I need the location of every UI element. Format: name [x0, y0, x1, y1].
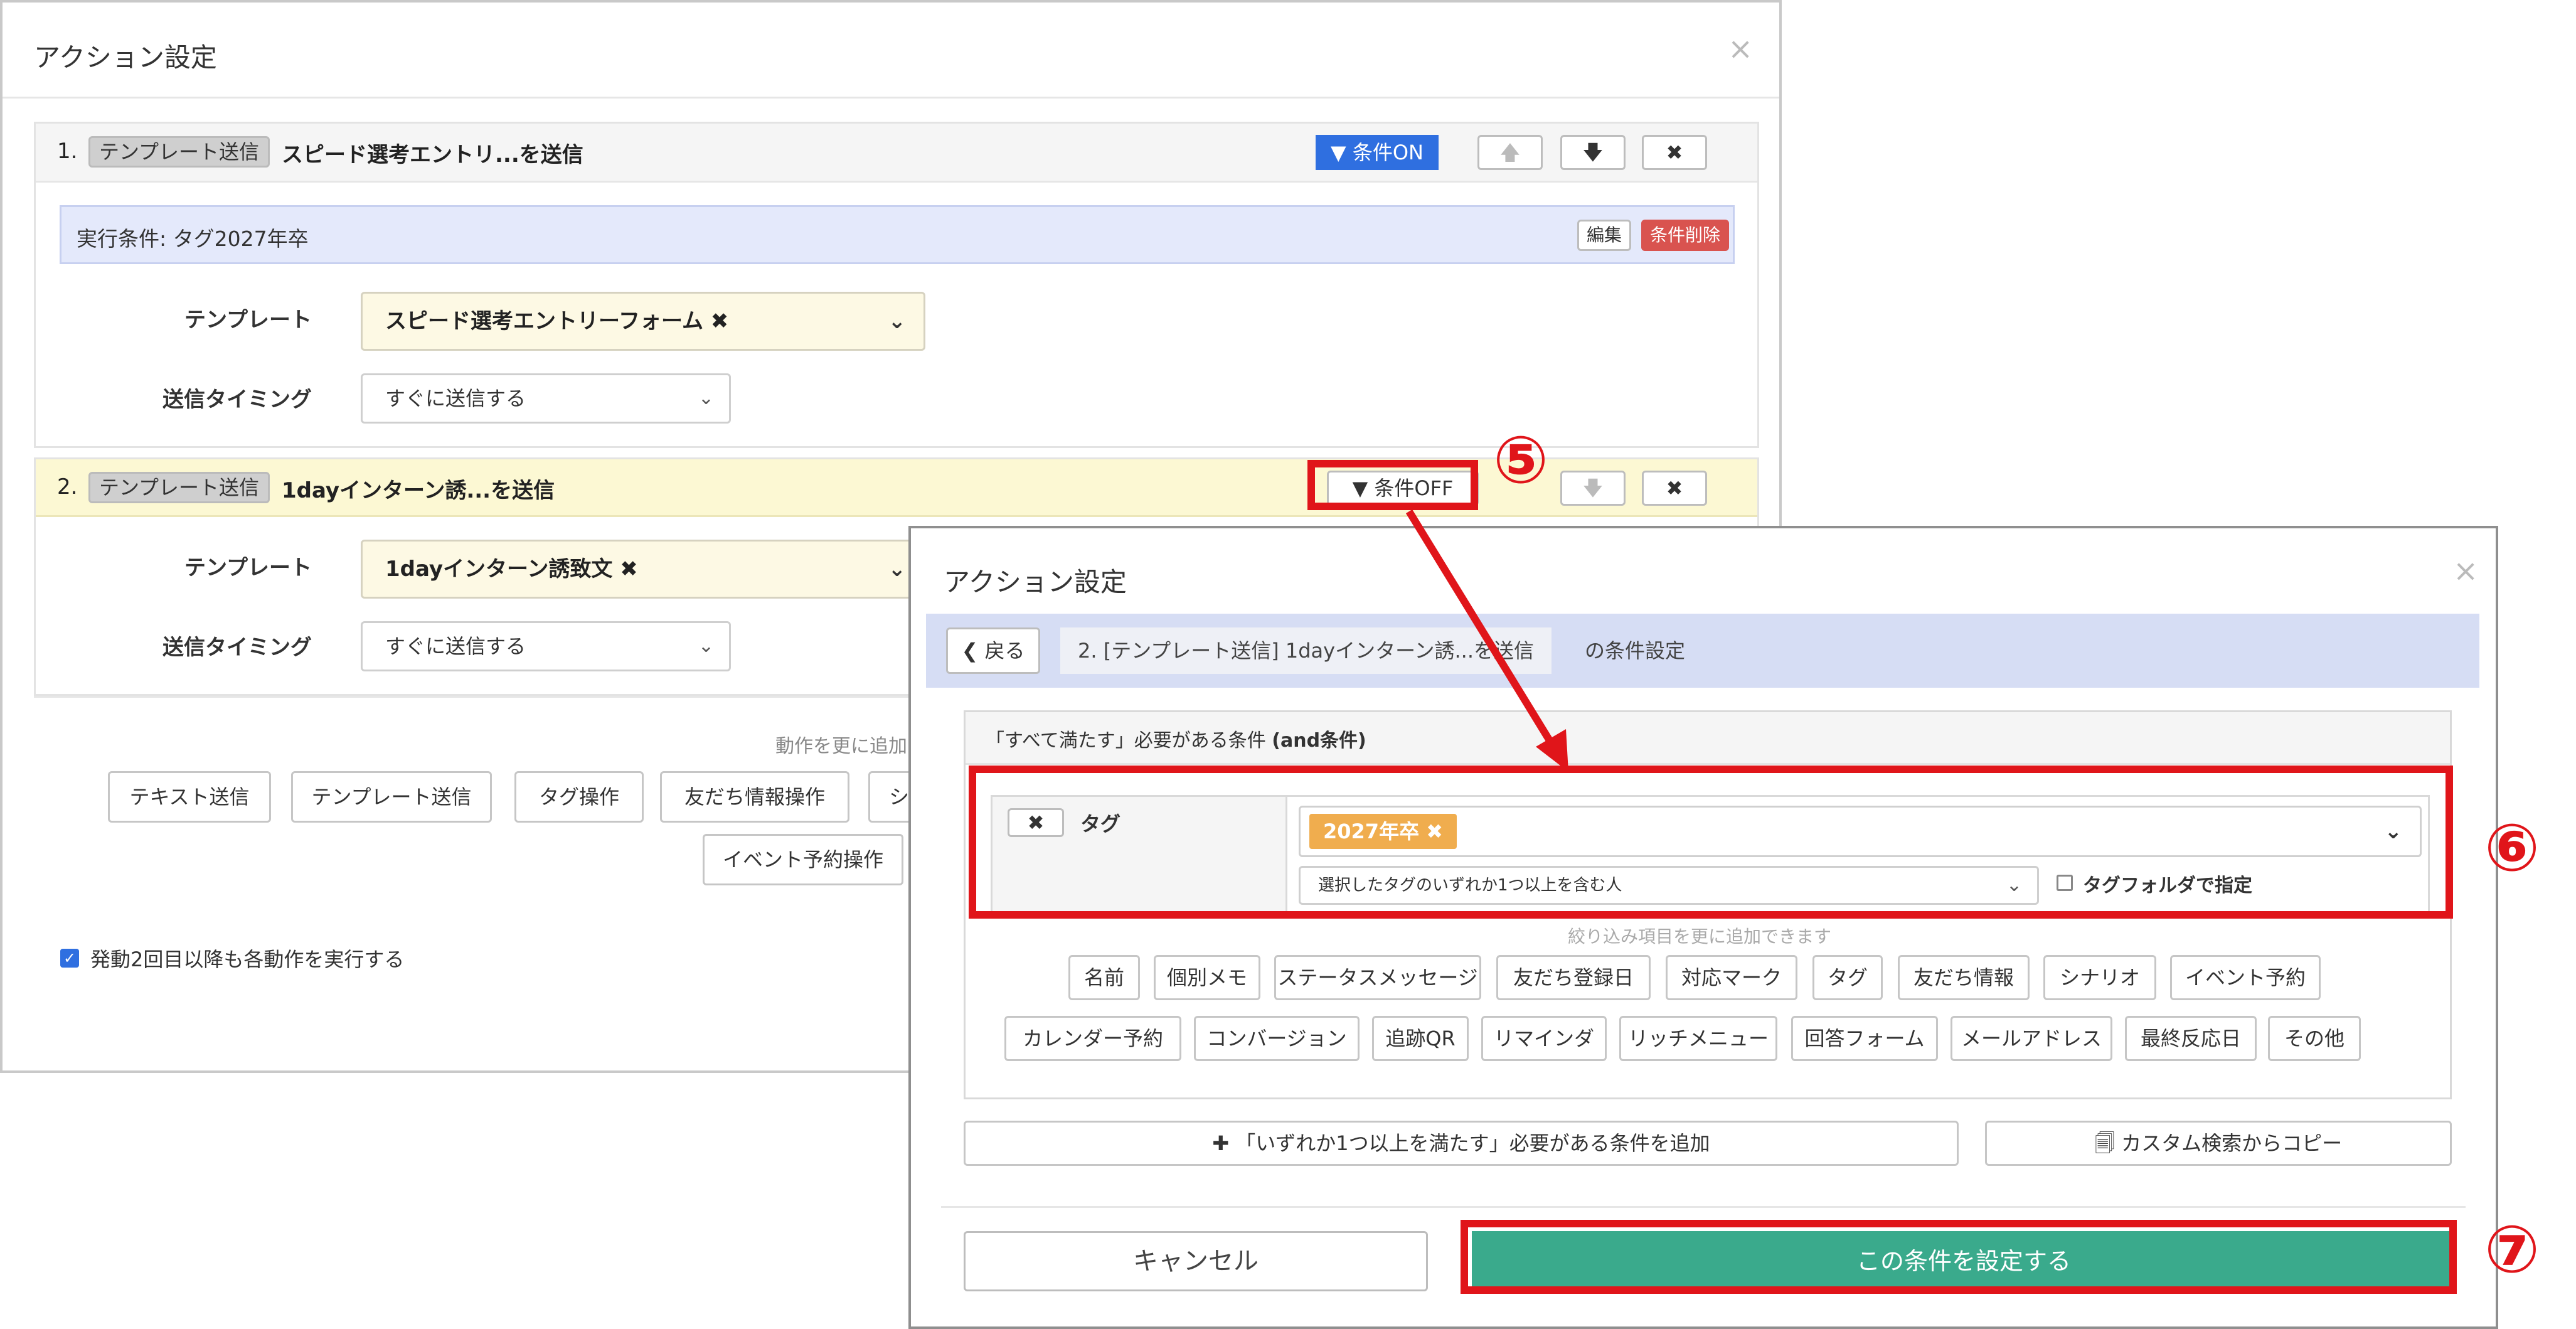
arrow-line	[1405, 509, 1557, 749]
annotation-arrow	[1405, 509, 1568, 772]
arrow-head	[1536, 729, 1568, 772]
